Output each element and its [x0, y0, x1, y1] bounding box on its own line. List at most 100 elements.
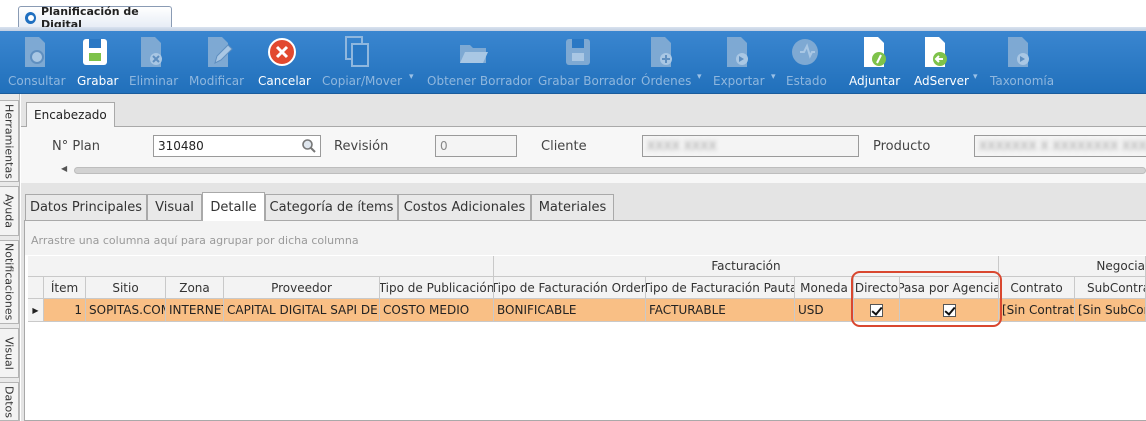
cell-tipo-publicacion[interactable]: COSTO MEDIO: [380, 299, 494, 322]
obtener-borrador-label: Obtener Borrador: [427, 74, 533, 88]
eliminar-label: Eliminar: [129, 74, 179, 88]
cell-item[interactable]: 1: [44, 299, 86, 322]
cell-proveedor[interactable]: CAPITAL DIGITAL SAPI DE CV: [224, 299, 380, 322]
cell-zona[interactable]: INTERNET: [166, 299, 224, 322]
consultar-label: Consultar: [8, 74, 66, 88]
col-subcontrato[interactable]: SubContrat: [1075, 277, 1146, 299]
search-icon[interactable]: [301, 138, 317, 154]
revision-input[interactable]: 0: [435, 135, 517, 157]
highlight-annotation: [851, 271, 1002, 327]
col-contrato[interactable]: Contrato: [999, 277, 1075, 299]
adjuntar-button[interactable]: Adjuntar: [845, 31, 905, 94]
cancelar-button[interactable]: Cancelar: [255, 31, 313, 94]
encabezado-scrollbar[interactable]: ◀: [57, 164, 1146, 176]
producto-label: Producto: [873, 139, 931, 154]
adserver-dropdown-icon[interactable]: ▾: [973, 72, 978, 82]
estado-label: Estado: [786, 74, 827, 88]
row-indicator-header: [28, 277, 44, 299]
attach-icon: [864, 37, 886, 67]
copiar-mover-label: Copiar/Mover: [322, 74, 403, 88]
grabar-borrador-button[interactable]: Grabar Borrador: [533, 31, 636, 94]
cancelar-label: Cancelar: [258, 74, 311, 88]
plan-input[interactable]: 310480: [153, 135, 321, 157]
status-icon: [792, 39, 818, 65]
dock-tab-notificaciones[interactable]: Notificaciones: [0, 240, 19, 324]
modificar-label: Modificar: [189, 74, 245, 88]
cell-tipo-fact-pauta[interactable]: FACTURABLE: [646, 299, 795, 322]
ordenes-label: Órdenes: [641, 74, 692, 88]
tab-materiales[interactable]: Materiales: [531, 194, 614, 220]
band-negociacion[interactable]: Negocia: [999, 256, 1146, 277]
taxonomy-icon: [1008, 37, 1029, 67]
window-title-tab[interactable]: Planificación de Digital: [18, 5, 172, 31]
adserver-icon: [925, 37, 947, 67]
col-zona[interactable]: Zona: [166, 277, 224, 299]
cliente-label: Cliente: [541, 139, 587, 154]
document-export-icon: [727, 37, 748, 67]
document-delete-icon: [141, 37, 162, 67]
eliminar-button[interactable]: Eliminar: [120, 31, 185, 94]
document-orders-icon: [651, 37, 672, 67]
col-item[interactable]: Ítem: [44, 277, 86, 299]
cliente-input[interactable]: XXXX XXXX: [642, 135, 859, 157]
col-proveedor[interactable]: Proveedor: [224, 277, 380, 299]
copy-icon: [345, 36, 369, 67]
revision-label: Revisión: [334, 139, 389, 154]
taxonomia-label: Taxonomía: [990, 74, 1055, 88]
floppy-save-icon: [83, 39, 107, 65]
cancel-icon: [268, 38, 296, 66]
exportar-label: Exportar: [713, 74, 765, 88]
adserver-label: AdServer: [914, 74, 969, 88]
tab-datos-principales[interactable]: Datos Principales: [25, 194, 147, 220]
scroll-thumb[interactable]: [74, 167, 1146, 174]
adserver-button[interactable]: AdServer: [910, 31, 969, 94]
tab-categoria-items[interactable]: Categoría de ítems: [265, 194, 398, 220]
ordenes-dropdown-icon[interactable]: ▾: [697, 72, 702, 82]
modificar-button[interactable]: Modificar: [185, 31, 255, 94]
ordenes-button[interactable]: Órdenes: [636, 31, 694, 94]
side-dock: Herramientas Ayuda Notificaciones Visual…: [0, 94, 20, 421]
obtener-borrador-button[interactable]: Obtener Borrador: [422, 31, 532, 94]
col-moneda[interactable]: Moneda: [795, 277, 854, 299]
producto-input[interactable]: XXXXXXX X XXXXXXXX XXXXX: [974, 135, 1146, 157]
folder-open-icon: [460, 45, 488, 63]
row-indicator-icon[interactable]: ▶: [28, 299, 44, 322]
consultar-button[interactable]: Consultar: [0, 31, 70, 94]
dock-tab-visual[interactable]: Visual: [0, 328, 19, 378]
floppy-draft-icon: [566, 39, 590, 65]
taxonomia-button[interactable]: Taxonomía: [985, 31, 1057, 94]
band-empty: [28, 256, 494, 277]
document-edit-icon: [208, 37, 233, 67]
plan-label: N° Plan: [52, 139, 101, 154]
tab-costos-adicionales[interactable]: Costos Adicionales: [398, 194, 531, 220]
col-tipo-fact-orden[interactable]: Tipo de Facturación Orden: [494, 277, 646, 299]
tab-detalle[interactable]: Detalle: [202, 192, 265, 221]
copiar-mover-dropdown-icon[interactable]: ▾: [409, 72, 414, 82]
cell-moneda[interactable]: USD: [795, 299, 854, 322]
col-tipo-fact-pauta[interactable]: Tipo de Facturación Pauta: [646, 277, 795, 299]
cell-subcontrato[interactable]: [Sin SubContrat: [1075, 299, 1146, 322]
scroll-left-icon[interactable]: ◀: [61, 164, 67, 173]
tab-encabezado[interactable]: Encabezado: [26, 102, 115, 127]
adjuntar-label: Adjuntar: [849, 74, 901, 88]
grabar-button[interactable]: Grabar: [70, 31, 120, 94]
cell-sitio[interactable]: SOPITAS.COM: [86, 299, 166, 322]
cell-tipo-fact-orden[interactable]: BONIFICABLE: [494, 299, 646, 322]
app-logo-icon: [25, 11, 36, 24]
toolbar: Consultar Grabar Eliminar Modificar Canc…: [0, 31, 1146, 94]
cell-contrato[interactable]: [Sin Contrato]: [999, 299, 1075, 322]
exportar-dropdown-icon[interactable]: ▾: [771, 72, 776, 82]
tab-visual[interactable]: Visual: [147, 194, 202, 220]
document-search-icon: [25, 37, 45, 67]
dock-tab-herramientas[interactable]: Herramientas: [0, 100, 19, 182]
grabar-borrador-label: Grabar Borrador: [538, 74, 636, 88]
dock-tab-ayuda[interactable]: Ayuda: [0, 186, 19, 236]
group-by-hint[interactable]: Arrastre una columna aquí para agrupar p…: [25, 221, 1146, 255]
grabar-label: Grabar: [77, 74, 119, 88]
col-tipo-publicacion[interactable]: Tipo de Publicación: [380, 277, 494, 299]
col-sitio[interactable]: Sitio: [86, 277, 166, 299]
copiar-mover-button[interactable]: Copiar/Mover: [318, 31, 406, 94]
exportar-button[interactable]: Exportar: [708, 31, 770, 94]
estado-button[interactable]: Estado: [782, 31, 828, 94]
dock-tab-datos[interactable]: Datos: [0, 382, 19, 421]
